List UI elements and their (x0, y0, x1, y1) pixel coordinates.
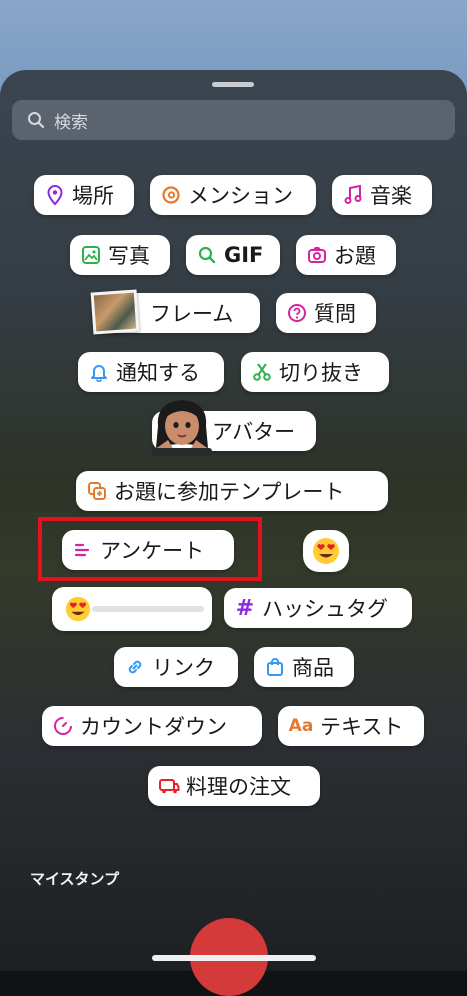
location-sticker[interactable]: 場所 (34, 175, 134, 215)
camera-icon (306, 244, 328, 266)
hash-icon: # (235, 595, 255, 621)
poll-highlight-box (38, 517, 262, 581)
location-label: 場所 (72, 184, 114, 208)
avatar-label: アバター (212, 420, 296, 444)
notify-label: 通知する (116, 361, 200, 385)
text-label: テキスト (320, 715, 404, 739)
text-aa-icon: Aa (288, 716, 314, 736)
gif-label: GIF (224, 243, 264, 267)
prompt-sticker[interactable]: お題 (296, 235, 396, 275)
gif-sticker[interactable]: GIF (186, 235, 280, 275)
frame-photo-thumbnail (90, 289, 140, 335)
search-icon (196, 244, 218, 266)
food-order-sticker[interactable]: 料理の注文 (148, 766, 320, 806)
text-sticker[interactable]: Aa テキスト (278, 706, 424, 746)
question-sticker[interactable]: 質問 (276, 293, 376, 333)
home-indicator[interactable] (152, 955, 316, 961)
photo-label: 写真 (108, 244, 150, 268)
cutout-sticker[interactable]: 切り抜き (241, 352, 389, 392)
hashtag-label: ハッシュタグ (262, 597, 388, 621)
link-sticker[interactable]: リンク (114, 647, 238, 687)
emoji-reaction-sticker[interactable] (303, 530, 349, 572)
template-add-icon (86, 480, 108, 502)
threads-at-icon (160, 184, 182, 206)
heart-eyes-emoji-icon (313, 538, 339, 564)
search-placeholder: 検索 (54, 112, 88, 133)
hashtag-sticker[interactable]: # ハッシュタグ (224, 588, 412, 628)
cutout-label: 切り抜き (279, 361, 363, 385)
emoji-slider-sticker[interactable] (52, 587, 212, 631)
mention-sticker[interactable]: メンション (150, 175, 316, 215)
prompt-label: お題 (334, 244, 376, 268)
notify-sticker[interactable]: 通知する (78, 352, 224, 392)
countdown-label: カウントダウン (80, 715, 227, 739)
location-pin-icon (44, 184, 66, 206)
my-stickers-title: マイスタンプ (30, 870, 120, 888)
heart-eyes-emoji-icon (65, 596, 91, 622)
shopping-bag-icon (264, 656, 286, 678)
timer-icon (52, 715, 74, 737)
product-sticker[interactable]: 商品 (254, 647, 354, 687)
slider-track (92, 606, 204, 612)
search-icon (28, 112, 45, 129)
link-label: リンク (152, 656, 215, 680)
music-label: 音楽 (370, 184, 412, 208)
template-label: お題に参加テンプレート (114, 480, 345, 504)
question-label: 質問 (314, 302, 356, 326)
link-icon (124, 656, 146, 678)
image-icon (80, 244, 102, 266)
template-sticker[interactable]: お題に参加テンプレート (76, 471, 388, 511)
music-sticker[interactable]: 音楽 (332, 175, 432, 215)
photo-sticker[interactable]: 写真 (70, 235, 170, 275)
food-order-label: 料理の注文 (186, 775, 291, 799)
frame-label: フレーム (150, 302, 234, 326)
section-divider (0, 846, 467, 847)
avatar-character-icon (152, 400, 212, 456)
search-field[interactable]: 検索 (12, 100, 455, 140)
question-bubble-icon (286, 302, 308, 324)
countdown-sticker[interactable]: カウントダウン (42, 706, 262, 746)
scissors-icon (251, 361, 273, 383)
product-label: 商品 (292, 656, 334, 680)
mention-label: メンション (188, 184, 293, 208)
sheet-drag-handle[interactable] (212, 82, 254, 87)
delivery-icon (158, 775, 180, 797)
bell-icon (88, 361, 110, 383)
music-note-icon (342, 184, 364, 206)
